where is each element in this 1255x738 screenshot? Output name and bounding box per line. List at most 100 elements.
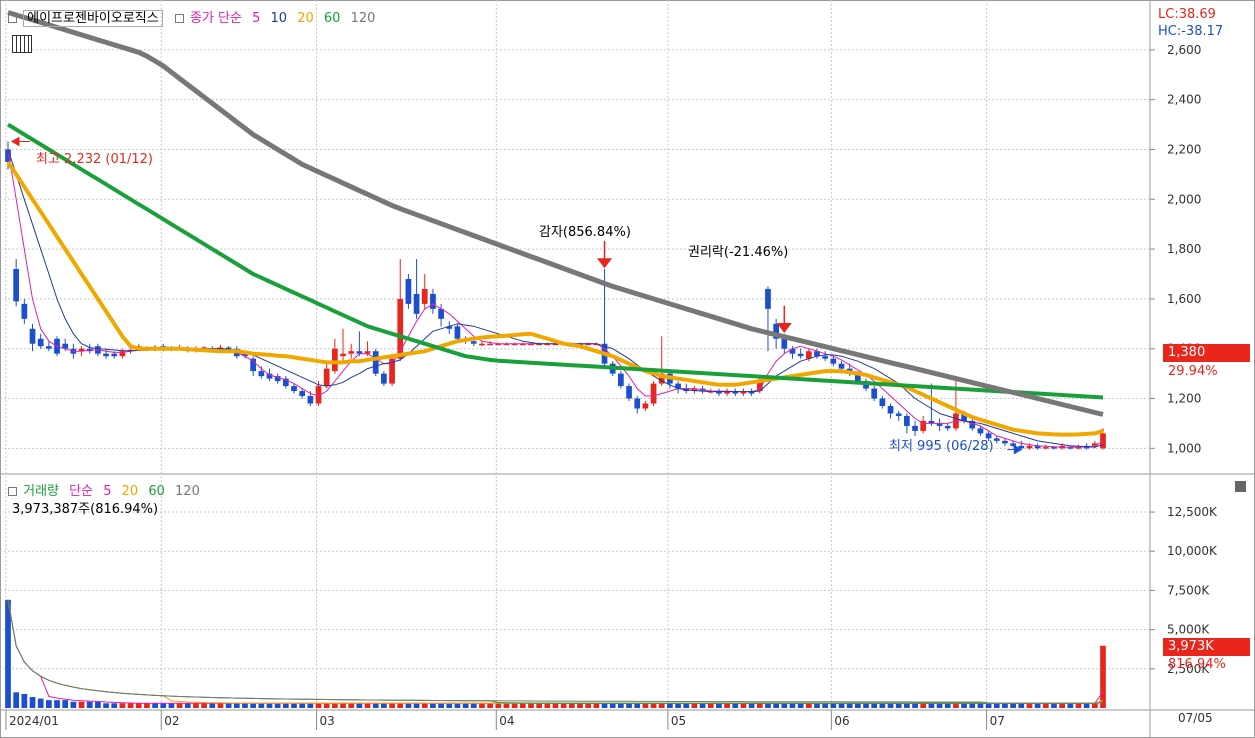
candle-body — [781, 338, 788, 349]
current-price: 1,380 — [1168, 345, 1206, 360]
price-tick-label: 1,000 — [1167, 441, 1201, 455]
volume-bar — [683, 703, 690, 708]
volume-bar — [773, 703, 779, 708]
volume-bar — [413, 703, 420, 708]
volume-bar — [871, 703, 878, 708]
event-arrow-2 — [776, 305, 792, 334]
volume-bar — [340, 703, 346, 708]
volume-bar — [103, 703, 109, 708]
volume-bar — [462, 703, 469, 708]
volume-bar — [1010, 703, 1016, 708]
ma-toggle-icon[interactable] — [174, 14, 184, 23]
volume-bar — [217, 703, 224, 708]
volume-bar — [961, 703, 967, 708]
volume-legend-prefix: 단순 — [69, 484, 94, 499]
price-tick-label: 1,200 — [1167, 392, 1201, 406]
volume-bar — [1075, 703, 1082, 708]
volume-bar — [887, 703, 894, 708]
volume-bar — [536, 703, 543, 708]
candle-body — [430, 293, 436, 309]
volume-bar — [985, 703, 992, 708]
volume-bar — [364, 703, 371, 708]
volume-bar — [895, 703, 902, 708]
volume-bar — [282, 703, 289, 708]
candle-body — [822, 356, 829, 359]
volume-summary: 3,973,387주(816.94%) — [12, 502, 159, 517]
volume-ma-line-120 — [7, 599, 1104, 704]
volume-bar — [912, 703, 918, 708]
price-tick-label: 1,600 — [1167, 292, 1201, 306]
x-tick-label: 04 — [499, 714, 514, 728]
candle-body — [977, 428, 984, 434]
candle-body — [258, 371, 265, 377]
volume-bar — [356, 703, 363, 708]
volume-toggle-icon[interactable] — [8, 487, 17, 496]
volume-legend: 거래량 단순 5 20 60 120 — [8, 480, 206, 499]
volume-bar — [225, 703, 232, 708]
candle-body — [397, 298, 404, 359]
volume-bar — [503, 703, 510, 708]
volume-bar — [854, 703, 861, 708]
volume-bar — [560, 703, 567, 708]
x-tick-label: 07 — [990, 714, 1005, 728]
volume-bar — [470, 703, 477, 708]
volume-bar — [650, 703, 657, 708]
x-tick-label: 05 — [671, 714, 686, 728]
volume-bar — [544, 703, 551, 708]
stock-name[interactable]: 에이프로젠바이오로직스 — [23, 10, 163, 27]
volume-bar — [78, 701, 85, 708]
volume-bar — [928, 703, 935, 708]
volume-bar — [21, 693, 28, 708]
volume-bar — [299, 703, 306, 708]
volume-bar — [397, 703, 404, 708]
volume-bar — [781, 703, 788, 708]
volume-bar — [1083, 703, 1090, 708]
candle-body — [904, 415, 910, 426]
candle-body — [650, 383, 657, 404]
volume-bar — [454, 703, 461, 708]
volume-bar — [315, 703, 322, 708]
volume-bar — [348, 703, 355, 708]
volume-bar — [62, 700, 69, 708]
volume-bar — [519, 703, 526, 708]
volume-bar — [740, 703, 747, 708]
candle-body — [421, 288, 428, 304]
volume-bar — [765, 703, 771, 708]
price-panel-toggle-icon[interactable] — [8, 14, 17, 23]
candle-body — [405, 278, 412, 304]
volume-bar — [618, 703, 624, 708]
x-tick-label: 06 — [834, 714, 849, 728]
event-arrow-1 — [597, 241, 613, 269]
volume-bar — [201, 703, 207, 708]
price-tick-label: 2,200 — [1167, 142, 1201, 156]
ma-line-120 — [7, 10, 1104, 417]
grid-icon[interactable] — [12, 35, 32, 53]
candle-body — [993, 438, 1000, 441]
candle-body — [797, 353, 804, 357]
volume-bar — [405, 703, 412, 708]
volume-bar — [1026, 703, 1033, 708]
candle-body — [45, 346, 52, 349]
x-tick-label: 02 — [164, 714, 179, 728]
volume-bar — [1034, 703, 1041, 708]
vol-period-60: 60 — [148, 484, 165, 499]
volume-bar — [1051, 703, 1057, 708]
volume-bar — [307, 703, 314, 708]
volume-bar — [95, 701, 101, 708]
candle-body — [413, 293, 420, 314]
candle-body — [307, 396, 314, 404]
event-ex-rights: 권리락(-21.46%) — [688, 245, 789, 260]
volume-bar — [511, 703, 518, 708]
date-axis-end-label: 07/05 — [1178, 711, 1213, 725]
volume-bar — [667, 703, 673, 708]
volume-bar — [675, 703, 681, 708]
lc-value: LC:38.69 — [1158, 7, 1216, 22]
volume-close-icon[interactable] — [1235, 481, 1246, 492]
candle-body — [479, 343, 485, 346]
ma-legend-prefix: 종가 단순 — [189, 11, 242, 26]
volume-bar — [797, 703, 804, 708]
volume-bar — [552, 703, 559, 708]
volume-bar — [528, 703, 534, 708]
candle-body — [944, 425, 951, 429]
volume-bar — [168, 703, 175, 708]
